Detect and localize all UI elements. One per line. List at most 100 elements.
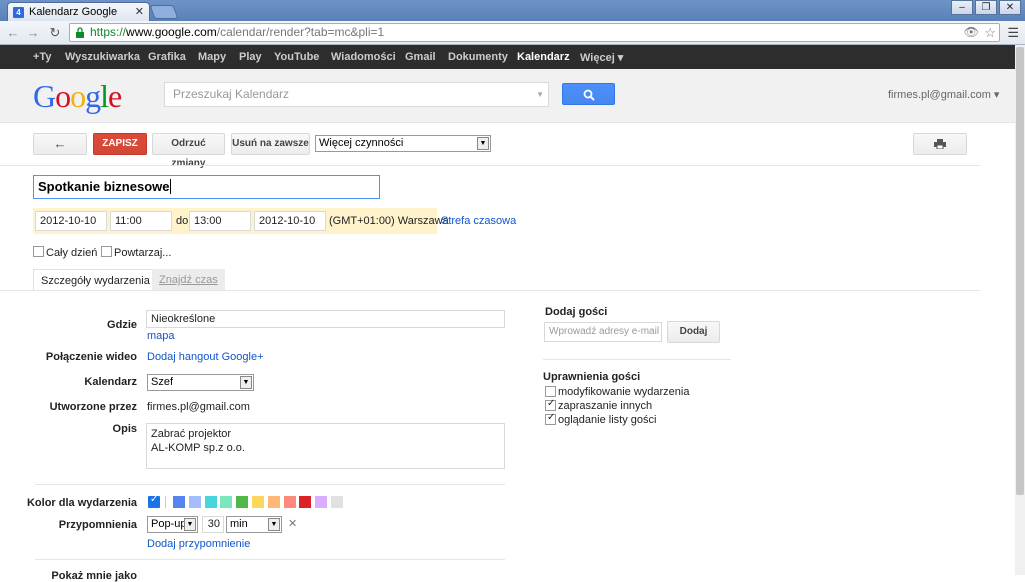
calendar-search-input[interactable]: Przeszukaj Kalendarz ▼ bbox=[164, 82, 549, 107]
calendar-select-value: Szef bbox=[151, 376, 174, 388]
tab-event-details[interactable]: Szczegóły wydarzenia bbox=[33, 269, 158, 291]
logo-letter: l bbox=[100, 78, 109, 114]
tab-close-icon[interactable]: ✕ bbox=[135, 5, 144, 18]
end-date-input[interactable]: 2012-10-10 bbox=[254, 211, 326, 231]
perm-invite-checkbox[interactable] bbox=[545, 398, 556, 411]
divider bbox=[0, 165, 980, 166]
gbar-item-calendar[interactable]: Kalendarz bbox=[517, 51, 570, 63]
eye-icon[interactable]: 👁 bbox=[964, 24, 979, 41]
print-button[interactable] bbox=[913, 133, 967, 155]
gbar-item[interactable]: Dokumenty bbox=[448, 51, 508, 63]
window-close-icon[interactable]: ✕ bbox=[999, 0, 1021, 15]
logo-letter: G bbox=[33, 78, 56, 114]
perm-see-list-checkbox[interactable] bbox=[545, 412, 556, 425]
color-swatch[interactable] bbox=[236, 496, 249, 508]
search-button[interactable] bbox=[562, 83, 615, 105]
add-reminder-link[interactable]: Dodaj przypomnienie bbox=[147, 538, 250, 550]
where-input[interactable]: Nieokreślone bbox=[146, 310, 505, 328]
color-swatch[interactable] bbox=[331, 496, 343, 508]
google-logo[interactable]: Google bbox=[33, 78, 122, 115]
menu-icon[interactable]: ☰ bbox=[1007, 25, 1019, 41]
reminder-type-select[interactable]: Pop-up ▼ bbox=[147, 516, 198, 533]
perm-modify-checkbox[interactable] bbox=[545, 386, 556, 397]
remove-reminder-icon[interactable]: ✕ bbox=[288, 517, 297, 530]
account-menu[interactable]: firmes.pl@gmail.com ▾ bbox=[888, 88, 999, 101]
browser-tab[interactable]: 4 Kalendarz Google ✕ bbox=[7, 2, 150, 21]
forward-arrow-icon[interactable]: → bbox=[25, 25, 41, 40]
all-day-label: Cały dzień bbox=[46, 247, 98, 259]
logo-letter: g bbox=[85, 78, 101, 114]
color-swatch[interactable] bbox=[204, 496, 217, 508]
guest-permissions-title: Uprawnienia gości bbox=[543, 371, 641, 383]
calendar-favicon-icon: 4 bbox=[13, 6, 24, 18]
chevron-down-icon: ▼ bbox=[477, 137, 489, 150]
timezone-link[interactable]: Strefa czasowa bbox=[441, 215, 516, 227]
maximize-icon[interactable]: ❐ bbox=[975, 0, 997, 15]
event-title-input[interactable]: Spotkanie biznesowe bbox=[33, 175, 380, 199]
search-icon bbox=[583, 89, 595, 101]
chevron-down-icon: ▼ bbox=[240, 376, 252, 389]
discard-changes-button[interactable]: Odrzuć zmiany bbox=[152, 133, 225, 169]
chevron-down-icon[interactable]: ▼ bbox=[536, 83, 544, 106]
more-actions-value: Więcej czynności bbox=[319, 137, 404, 149]
add-guest-button[interactable]: Dodaj bbox=[667, 321, 720, 343]
add-hangout-link[interactable]: Dodaj hangout Google+ bbox=[147, 351, 264, 363]
where-label: Gdzie bbox=[107, 319, 137, 331]
divider bbox=[35, 559, 505, 560]
repeat-checkbox[interactable] bbox=[101, 246, 112, 257]
logo-letter: o bbox=[55, 78, 71, 114]
tab-find-time[interactable]: Znajdź czas bbox=[152, 269, 225, 291]
created-by-value: firmes.pl@gmail.com bbox=[147, 401, 250, 413]
map-link[interactable]: mapa bbox=[147, 330, 175, 342]
text-cursor bbox=[170, 179, 172, 194]
all-day-checkbox[interactable] bbox=[33, 246, 44, 257]
delete-forever-button[interactable]: Usuń na zawsze bbox=[231, 133, 310, 155]
gbar-item[interactable]: +Ty bbox=[33, 51, 51, 63]
gbar-item[interactable]: Mapy bbox=[198, 51, 226, 63]
reminder-value-input[interactable]: 30 bbox=[202, 516, 224, 533]
tab-title: Kalendarz Google bbox=[29, 6, 118, 18]
star-icon[interactable]: ☆ bbox=[984, 24, 996, 41]
gbar-item[interactable]: Play bbox=[239, 51, 262, 63]
description-line: Zabrać projektor bbox=[151, 428, 232, 440]
gbar-item[interactable]: Wyszukiwarka bbox=[65, 51, 140, 63]
start-time-input[interactable]: 11:00 bbox=[110, 211, 172, 231]
reminder-unit-select[interactable]: min ▼ bbox=[226, 516, 282, 533]
calendar-select[interactable]: Szef ▼ bbox=[147, 374, 254, 391]
address-bar[interactable]: https://www.google.com/calendar/render?t… bbox=[69, 23, 1000, 42]
description-textarea[interactable]: Zabrać projektor AL-KOMP sp.z o.o. bbox=[146, 423, 505, 469]
page-scrollbar[interactable] bbox=[1015, 45, 1025, 575]
new-tab-button[interactable] bbox=[149, 5, 179, 19]
color-swatch[interactable] bbox=[283, 496, 296, 508]
color-swatch[interactable] bbox=[188, 496, 201, 508]
divider bbox=[165, 496, 166, 508]
color-swatch[interactable] bbox=[252, 496, 264, 508]
gbar-item[interactable]: YouTube bbox=[274, 51, 319, 63]
color-swatch[interactable] bbox=[267, 496, 280, 508]
color-swatch[interactable] bbox=[299, 496, 312, 508]
divider bbox=[543, 359, 731, 360]
gbar-item[interactable]: Wiadomości bbox=[331, 51, 396, 63]
scrollbar-thumb[interactable] bbox=[1016, 47, 1024, 495]
minimize-icon[interactable]: – bbox=[951, 0, 973, 15]
guest-email-input[interactable]: Wprowadź adresy e-mail bbox=[544, 322, 662, 342]
color-swatch[interactable] bbox=[173, 496, 185, 508]
divider bbox=[0, 290, 980, 291]
google-bar: +Ty Wyszukiwarka Grafika Mapy Play YouTu… bbox=[0, 45, 1015, 69]
save-button[interactable]: ZAPISZ bbox=[93, 133, 147, 155]
color-swatch[interactable] bbox=[220, 496, 233, 508]
gbar-item[interactable]: Gmail bbox=[405, 51, 436, 63]
color-default-selected[interactable]: ✓ bbox=[148, 494, 160, 508]
start-date-input[interactable]: 2012-10-10 bbox=[35, 211, 107, 231]
lock-icon bbox=[76, 27, 84, 38]
gbar-item[interactable]: Grafika bbox=[148, 51, 186, 63]
back-button[interactable]: ← bbox=[33, 133, 87, 155]
reminders-label: Przypomnienia bbox=[58, 519, 137, 531]
back-arrow-icon[interactable]: ← bbox=[5, 25, 21, 40]
end-time-input[interactable]: 13:00 bbox=[189, 211, 251, 231]
color-swatch[interactable] bbox=[315, 496, 328, 508]
search-placeholder: Przeszukaj Kalendarz bbox=[173, 87, 290, 101]
more-actions-select[interactable]: Więcej czynności ▼ bbox=[315, 135, 491, 152]
reload-icon[interactable]: ↻ bbox=[47, 25, 63, 41]
gbar-item-more[interactable]: Więcej ▾ bbox=[580, 51, 623, 64]
